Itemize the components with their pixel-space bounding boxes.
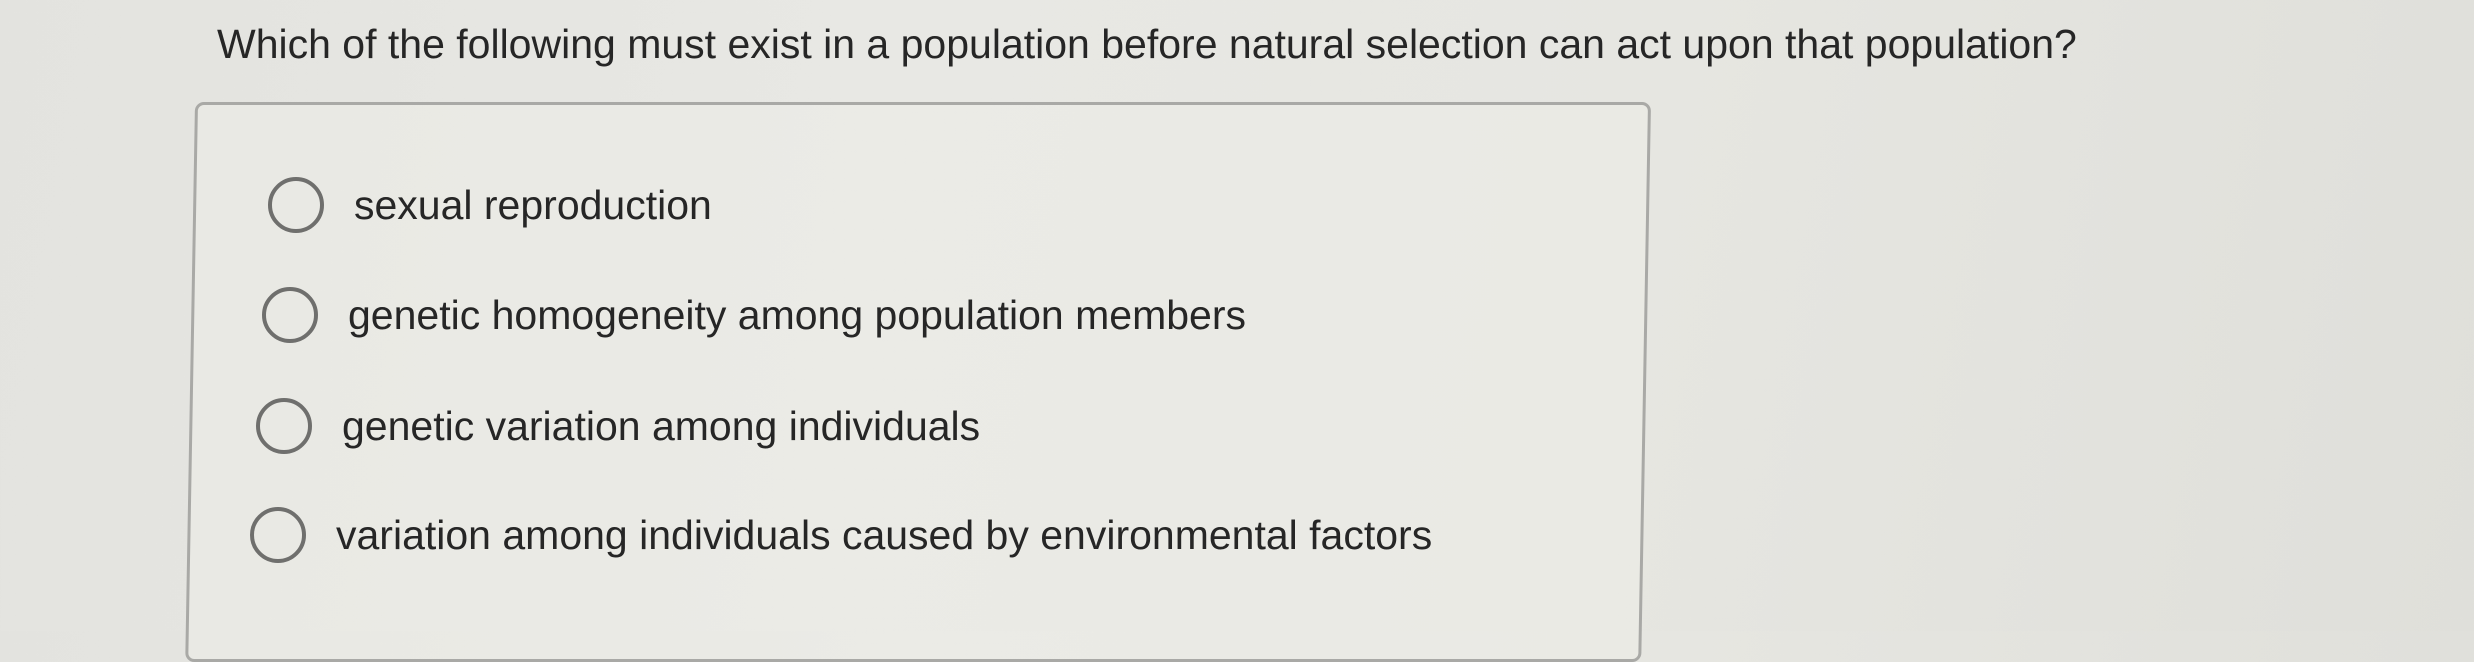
answer-option-label: variation among individuals caused by en… [336, 512, 1433, 558]
answer-option-label: genetic homogeneity among population mem… [348, 292, 1246, 338]
radio-button-icon[interactable] [268, 177, 324, 233]
answer-option-sexual-reproduction[interactable]: sexual reproduction [268, 177, 712, 233]
radio-button-icon[interactable] [256, 398, 312, 454]
answer-option-environmental-variation[interactable]: variation among individuals caused by en… [250, 507, 1432, 563]
question-text: Which of the following must exist in a p… [217, 21, 2077, 67]
answer-option-label: genetic variation among individuals [342, 403, 981, 449]
radio-button-icon[interactable] [250, 507, 306, 563]
answer-option-genetic-variation[interactable]: genetic variation among individuals [256, 398, 980, 454]
radio-button-icon[interactable] [262, 287, 318, 343]
answer-option-label: sexual reproduction [354, 182, 712, 228]
answer-option-genetic-homogeneity[interactable]: genetic homogeneity among population mem… [262, 287, 1246, 343]
